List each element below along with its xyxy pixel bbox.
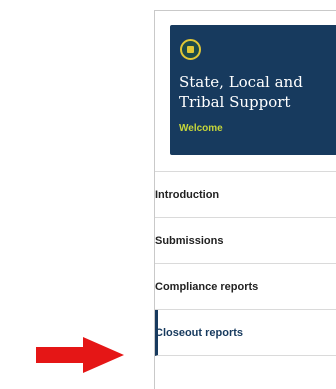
seal-icon-center bbox=[187, 46, 194, 53]
welcome-subtitle: Welcome bbox=[179, 123, 223, 134]
sidebar-item-label: Compliance reports bbox=[155, 281, 259, 293]
seal-icon bbox=[180, 39, 201, 60]
sidebar: State, Local and Tribal Support Welcome … bbox=[154, 10, 336, 389]
red-arrow-shape bbox=[36, 337, 124, 373]
sidebar-item-closeout-reports[interactable]: Closeout reports bbox=[155, 310, 336, 356]
sidebar-item-label: Submissions bbox=[155, 235, 224, 247]
page: State, Local and Tribal Support Welcome … bbox=[0, 0, 336, 389]
sidebar-item-compliance-reports[interactable]: Compliance reports bbox=[155, 264, 336, 310]
sidebar-nav: Introduction Submissions Compliance repo… bbox=[155, 171, 336, 356]
red-arrow-icon bbox=[36, 337, 124, 373]
sidebar-header-card: State, Local and Tribal Support Welcome bbox=[170, 25, 336, 155]
page-title: State, Local and Tribal Support bbox=[179, 73, 303, 111]
sidebar-item-submissions[interactable]: Submissions bbox=[155, 218, 336, 264]
sidebar-item-introduction[interactable]: Introduction bbox=[155, 172, 336, 218]
sidebar-item-label: Closeout reports bbox=[155, 327, 244, 339]
sidebar-item-label: Introduction bbox=[155, 189, 220, 201]
